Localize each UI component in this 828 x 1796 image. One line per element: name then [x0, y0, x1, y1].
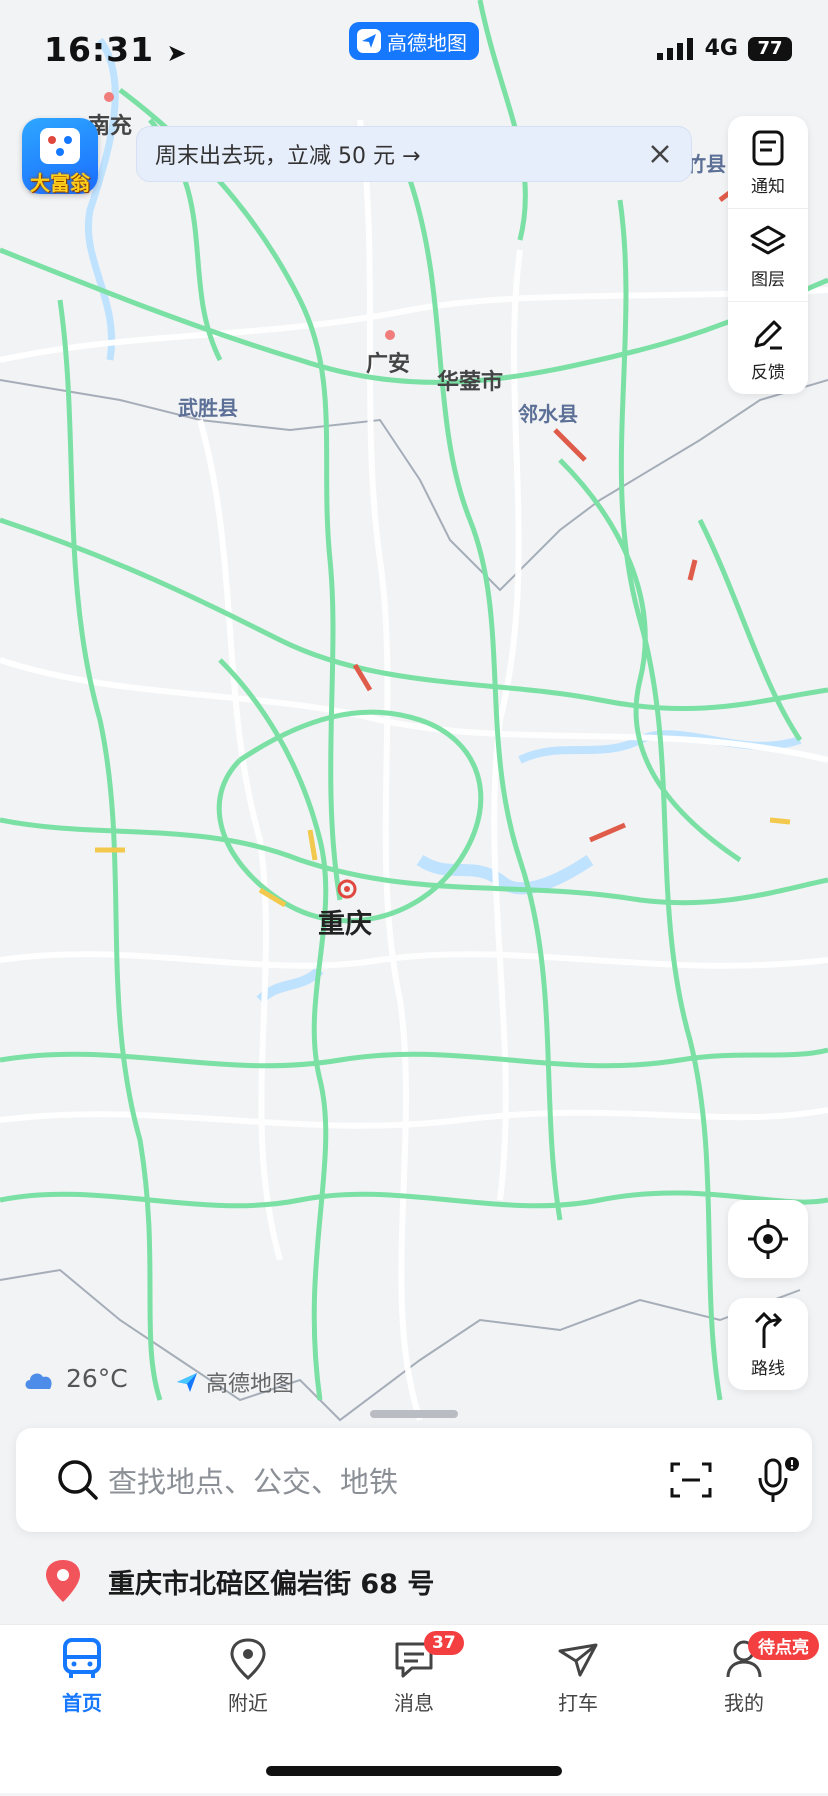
locate-button[interactable] [728, 1200, 808, 1278]
app-pill-label: 高德地图 [387, 30, 467, 55]
current-location-row[interactable]: 重庆市北碚区偏岩街 68 号 [0, 1546, 828, 1616]
microphone-icon[interactable] [754, 1456, 804, 1504]
battery-icon: 77 [748, 36, 792, 61]
nearby-pin-icon [230, 1638, 266, 1680]
search-bar[interactable]: 查找地点、公交、地铁 [16, 1428, 812, 1532]
tab-taxi-label: 打车 [558, 1691, 598, 1715]
notice-label: 通知 [751, 176, 785, 197]
tab-home[interactable]: 首页 [22, 1637, 142, 1716]
layers-icon [750, 225, 786, 254]
layers-label: 图层 [751, 269, 785, 290]
status-time: 16:31 ➤ [44, 30, 188, 69]
map-label-wushengxian: 武胜县 [178, 396, 238, 420]
home-indicator [266, 1766, 562, 1776]
location-arrow-icon: ➤ [166, 39, 188, 67]
game-label: 大富翁 [30, 171, 90, 195]
brand-name: 高德地图 [206, 1372, 295, 1397]
route-button[interactable]: 路线 [728, 1298, 808, 1390]
tab-home-label: 首页 [62, 1691, 102, 1715]
feedback-button[interactable]: 反馈 [728, 302, 808, 394]
map-label-guangan: 广安 [366, 352, 411, 377]
weather-temp: 26°C [66, 1364, 128, 1393]
tab-messages-label: 消息 [394, 1691, 434, 1715]
tab-nearby-label: 附近 [228, 1691, 268, 1715]
amap-logo-icon [357, 29, 381, 53]
brand-watermark: 高德地图 [174, 1366, 294, 1398]
cloud-icon [25, 1372, 52, 1389]
map-label-huayingshi: 华蓥市 [437, 370, 504, 395]
status-right: 4G 77 [656, 36, 792, 61]
close-icon[interactable] [645, 139, 675, 169]
taxi-icon [558, 1643, 598, 1677]
sheet-handle[interactable] [370, 1410, 458, 1418]
network-label: 4G [704, 36, 738, 61]
tab-taxi[interactable]: 打车 [518, 1637, 638, 1716]
map-label-linshuixian: 邻水县 [518, 402, 578, 426]
search-input[interactable]: 查找地点、公交、地铁 [108, 1459, 398, 1501]
signal-icon [656, 37, 693, 60]
message-count-badge: 37 [424, 1631, 464, 1655]
bus-icon [63, 1638, 101, 1678]
search-icon [58, 1460, 98, 1500]
location-pin-icon [46, 1560, 80, 1602]
locate-icon [748, 1219, 788, 1259]
promo-banner[interactable]: 周末出去玩，立减 50 元 → [136, 126, 692, 182]
layers-button[interactable]: 图层 [728, 209, 808, 302]
map-label-chongqing: 重庆 [318, 909, 372, 940]
current-address: 重庆市北碚区偏岩街 68 号 [108, 1568, 435, 1600]
scan-icon[interactable] [670, 1460, 712, 1500]
pen-icon [754, 320, 782, 349]
feedback-label: 反馈 [751, 362, 785, 383]
side-panel: 通知 图层 反馈 [728, 116, 808, 394]
app-pill[interactable]: 高德地图 [349, 22, 479, 60]
promo-text: 周末出去玩，立减 50 元 → [155, 144, 421, 169]
route-icon [754, 1311, 783, 1348]
amap-brand-icon [177, 1373, 197, 1392]
game-entry-icon[interactable]: 大富翁 [22, 118, 98, 195]
route-label: 路线 [751, 1358, 785, 1379]
notice-icon [752, 130, 784, 165]
weather-widget[interactable]: 26°C [22, 1364, 128, 1393]
tab-nearby[interactable]: 附近 [188, 1637, 308, 1716]
tab-mine-label: 我的 [724, 1691, 764, 1715]
map-label-zhuxian: 竹县 [686, 152, 726, 176]
mine-badge: 待点亮 [748, 1631, 819, 1660]
status-bar: 16:31 ➤ 高德地图 4G 77 [0, 0, 828, 100]
notice-button[interactable]: 通知 [728, 116, 808, 209]
